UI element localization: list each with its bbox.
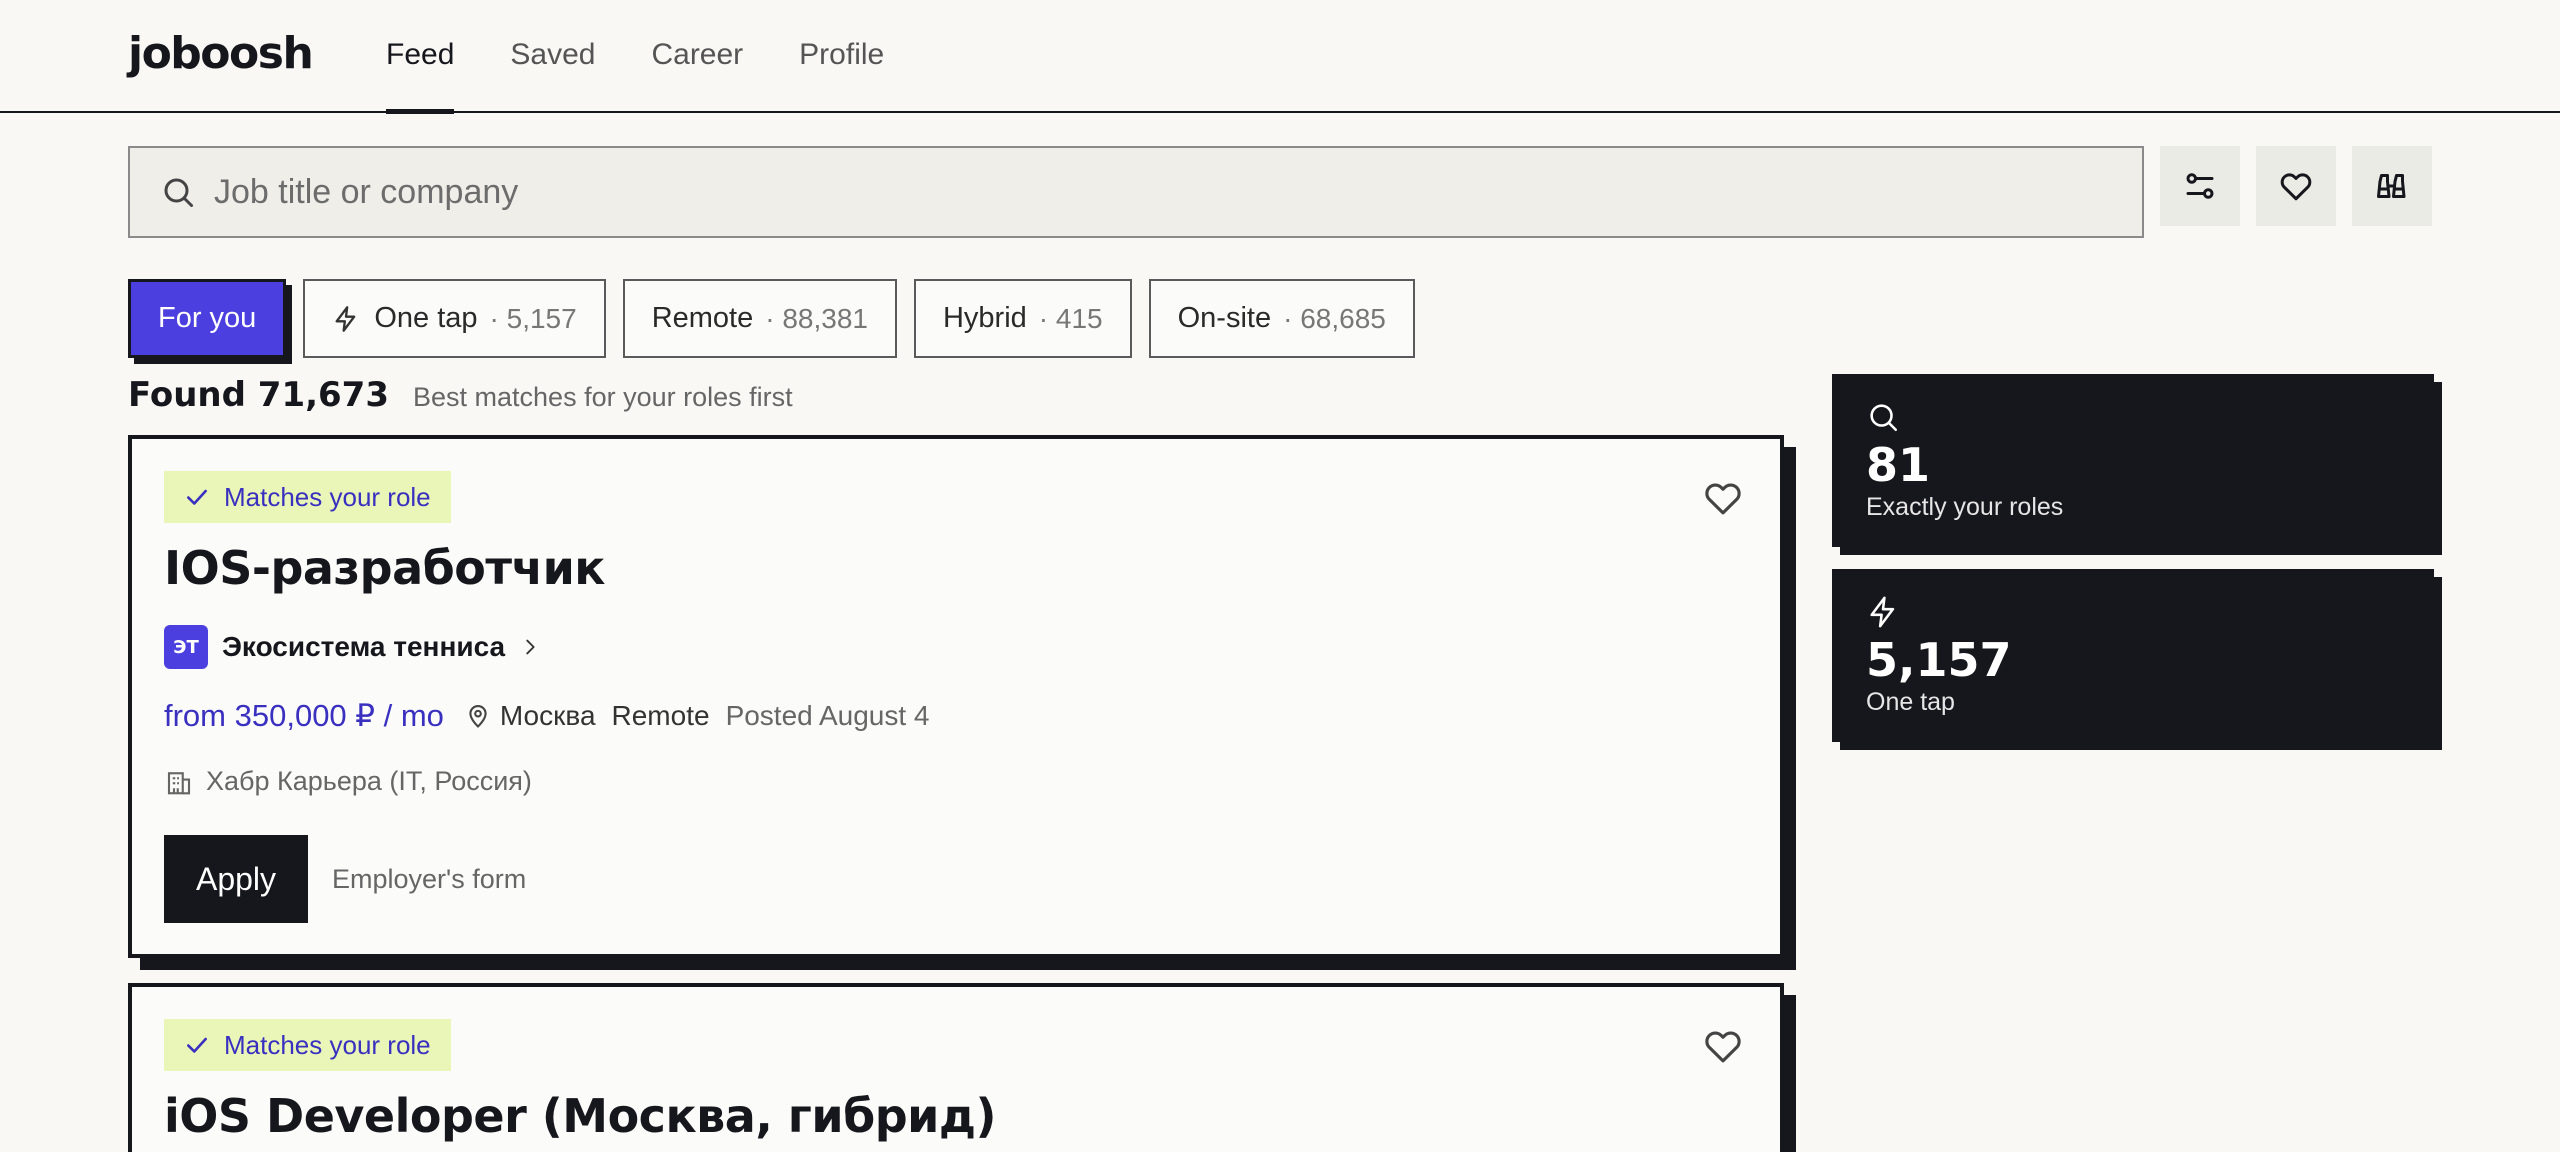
search-placeholder: Job title or company: [214, 172, 519, 211]
results-count: Found 71,673: [128, 375, 389, 415]
building-icon: [167, 771, 191, 794]
filter-chips: For you One tap · 5,157 Remote · 88,381 …: [128, 279, 1415, 358]
work-format: Remote: [611, 700, 710, 731]
search-icon: [1870, 404, 1898, 432]
job-meta: from 350,000 ₽ / mo Москва Remote Posted…: [164, 698, 930, 734]
company-logo: ЭТ: [164, 625, 208, 669]
stat-value: 81: [1866, 438, 1931, 492]
company-name: Экосистема тенниса: [222, 631, 506, 662]
apply-row: Apply Employer's form: [164, 835, 526, 923]
stat-value: 5,157: [1866, 633, 2012, 687]
check-icon: [187, 1037, 207, 1053]
stat-label: Exactly your roles: [1866, 492, 2064, 521]
nav-profile[interactable]: Profile: [799, 0, 884, 113]
match-badge-label: Matches your role: [224, 481, 431, 512]
chip-label: One tap: [374, 302, 478, 334]
heart-icon[interactable]: [1702, 477, 1744, 519]
watch-button[interactable]: [2352, 146, 2432, 226]
chip-count: · 5,157: [489, 302, 577, 334]
job-title[interactable]: IOS-разработчик: [164, 541, 606, 595]
chip-on-site[interactable]: On-site · 68,685: [1148, 279, 1415, 358]
favorites-button[interactable]: [2256, 146, 2336, 226]
filters-button[interactable]: [2160, 146, 2240, 226]
job-card[interactable]: Matches your role IOS-разработчик ЭТ Эко…: [128, 435, 1784, 958]
location: Москва: [464, 700, 596, 732]
top-header: joboosh Feed Saved Career Profile: [0, 0, 2560, 114]
heart-icon: [2280, 173, 2312, 201]
stat-label: One tap: [1866, 687, 1955, 716]
results-summary: Found 71,673 Best matches for your roles…: [128, 375, 793, 415]
results-subtitle: Best matches for your roles first: [413, 382, 793, 412]
chip-label: For you: [158, 302, 257, 334]
chip-label: Remote: [651, 302, 754, 334]
main-nav: Feed Saved Career Profile: [386, 0, 884, 114]
job-title[interactable]: iOS Developer (Москва, гибрид): [164, 1089, 997, 1143]
stat-card-one-tap[interactable]: 5,157 One tap: [1832, 569, 2434, 742]
chip-remote[interactable]: Remote · 88,381: [622, 279, 897, 358]
chip-count: · 88,381: [765, 302, 868, 334]
chip-count: · 415: [1038, 302, 1103, 334]
heart-icon[interactable]: [1702, 1025, 1744, 1067]
stat-card-exact-roles[interactable]: 81 Exactly your roles: [1832, 374, 2434, 547]
chip-hybrid[interactable]: Hybrid · 415: [913, 279, 1132, 358]
chip-label: On-site: [1177, 302, 1272, 334]
search-input[interactable]: Job title or company: [128, 146, 2144, 238]
chip-label: Hybrid: [942, 302, 1027, 334]
nav-career[interactable]: Career: [651, 0, 743, 113]
chip-for-you[interactable]: For you: [128, 279, 287, 358]
bolt-icon: [1870, 596, 1895, 628]
job-source: Хабр Карьера (IT, Россия): [164, 766, 532, 797]
location-label: Москва: [499, 700, 596, 731]
job-card[interactable]: Matches your role iOS Developer (Москва,…: [128, 983, 1784, 1152]
nav-feed[interactable]: Feed: [386, 0, 455, 114]
apply-note: Employer's form: [332, 863, 527, 894]
chip-count: · 68,685: [1283, 302, 1386, 334]
match-badge: Matches your role: [164, 1019, 451, 1071]
chip-one-tap[interactable]: One tap · 5,157: [303, 279, 606, 358]
apply-button[interactable]: Apply: [164, 835, 308, 923]
nav-saved[interactable]: Saved: [510, 0, 595, 113]
source-label: Хабр Карьера (IT, Россия): [206, 766, 532, 796]
posted-date: Posted August 4: [725, 700, 930, 731]
company-link[interactable]: ЭТ Экосистема тенниса: [164, 625, 541, 669]
check-icon: [187, 489, 207, 505]
search-icon: [164, 178, 193, 207]
bolt-icon: [335, 305, 356, 332]
chevron-right-icon: [526, 639, 535, 655]
match-badge: Matches your role: [164, 471, 451, 523]
location-pin-icon: [469, 705, 487, 728]
binoculars-icon: [2377, 174, 2406, 198]
sliders-icon: [2186, 173, 2214, 199]
match-badge-label: Matches your role: [224, 1029, 431, 1060]
app-logo[interactable]: joboosh: [128, 28, 314, 79]
salary: from 350,000 ₽ / mo: [164, 698, 444, 733]
